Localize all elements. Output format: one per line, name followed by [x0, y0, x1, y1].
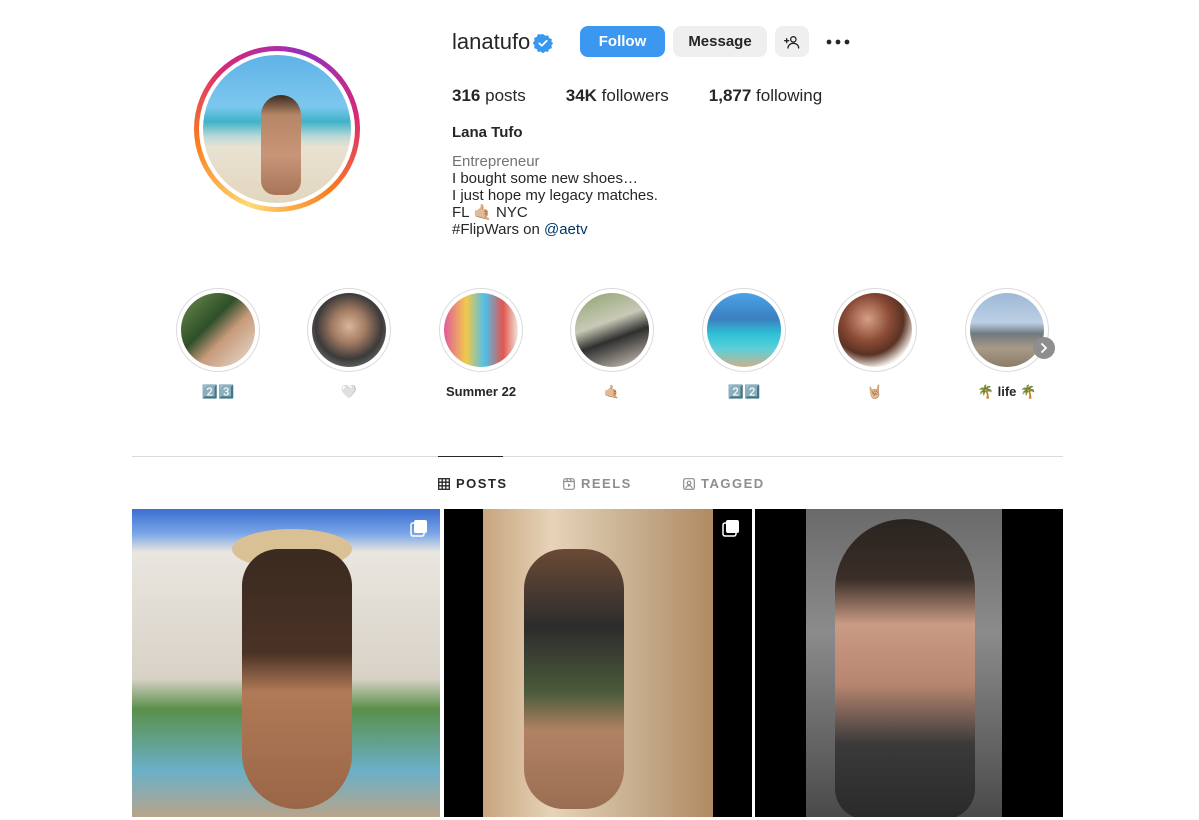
profile-stats: 316 posts 34K followers 1,877 following	[452, 86, 822, 106]
highlight-label: 2️⃣3️⃣	[201, 384, 235, 399]
posts-stat: 316 posts	[452, 86, 526, 105]
bio-line: FL 🤙🏼 NYC	[452, 204, 528, 221]
bio-line: I just hope my legacy matches.	[452, 187, 658, 204]
post-figure	[242, 549, 352, 809]
highlight-label: 🤙🏼	[603, 384, 621, 399]
tabs-divider	[132, 456, 1063, 457]
highlight-label: 🌴 life 🌴	[977, 384, 1037, 399]
bio-line: I bought some new shoes…	[452, 170, 638, 187]
profile-bio: Entrepreneur I bought some new shoes… I …	[452, 153, 658, 238]
tab-posts[interactable]: POSTS	[438, 476, 508, 491]
highlight-ring	[965, 288, 1049, 372]
highlight-ring	[702, 288, 786, 372]
highlight-cover	[444, 293, 518, 367]
avatar-border	[199, 51, 355, 207]
bio-line: #FlipWars on @aetv	[452, 221, 588, 238]
followers-stat[interactable]: 34K followers	[566, 86, 669, 106]
highlight-ring	[833, 288, 917, 372]
suggested-users-button[interactable]	[775, 26, 809, 57]
grid-icon	[438, 477, 450, 490]
highlight-label: 🤍	[340, 384, 358, 399]
highlights-next-button[interactable]	[1033, 337, 1055, 359]
avatar-figure	[261, 95, 301, 195]
highlight-label: Summer 22	[445, 384, 517, 399]
post-figure	[524, 549, 624, 809]
more-horizontal-icon	[826, 39, 850, 45]
highlight-ring	[307, 288, 391, 372]
post-thumbnail[interactable]	[132, 509, 440, 817]
story-highlight[interactable]: 2️⃣2️⃣	[702, 288, 786, 399]
highlight-label: 🤘🏼	[866, 384, 884, 399]
message-button[interactable]: Message	[673, 26, 767, 57]
more-options-button[interactable]	[824, 32, 852, 52]
highlight-ring	[570, 288, 654, 372]
highlight-cover	[312, 293, 386, 367]
story-highlight[interactable]: Summer 22	[439, 288, 523, 399]
avatar-photo	[203, 55, 351, 203]
tab-tagged[interactable]: TAGGED	[683, 476, 765, 491]
profile-full-name: Lana Tufo	[452, 124, 523, 141]
verified-badge-icon	[533, 34, 553, 53]
bio-mention-link[interactable]: @aetv	[544, 221, 588, 238]
follow-button[interactable]: Follow	[580, 26, 665, 57]
tab-reels[interactable]: REELS	[563, 476, 632, 491]
story-highlight[interactable]: 🤍	[307, 288, 391, 399]
carousel-icon	[410, 520, 427, 537]
post-thumbnail[interactable]	[755, 509, 1063, 817]
highlight-cover	[575, 293, 649, 367]
chevron-right-icon	[1041, 343, 1048, 353]
story-highlight[interactable]: 🌴 life 🌴	[965, 288, 1049, 399]
add-person-icon	[784, 35, 800, 49]
bio-category: Entrepreneur	[452, 153, 540, 170]
profile-avatar[interactable]	[194, 46, 360, 212]
story-highlight[interactable]: 🤘🏼	[833, 288, 917, 399]
tagged-icon	[683, 477, 695, 490]
highlight-cover	[181, 293, 255, 367]
profile-username: lanatufo	[452, 29, 531, 54]
highlight-label: 2️⃣2️⃣	[727, 384, 761, 399]
highlight-cover	[970, 293, 1044, 367]
highlight-cover	[707, 293, 781, 367]
story-highlight[interactable]: 🤙🏼	[570, 288, 654, 399]
post-thumbnail[interactable]	[444, 509, 752, 817]
highlight-ring	[439, 288, 523, 372]
highlight-cover	[838, 293, 912, 367]
following-stat[interactable]: 1,877 following	[709, 86, 822, 106]
post-figure	[835, 519, 975, 817]
story-highlight[interactable]: 2️⃣3️⃣	[176, 288, 260, 399]
active-tab-indicator	[438, 456, 503, 457]
carousel-icon	[722, 520, 739, 537]
reels-icon	[563, 477, 575, 490]
highlight-ring	[176, 288, 260, 372]
